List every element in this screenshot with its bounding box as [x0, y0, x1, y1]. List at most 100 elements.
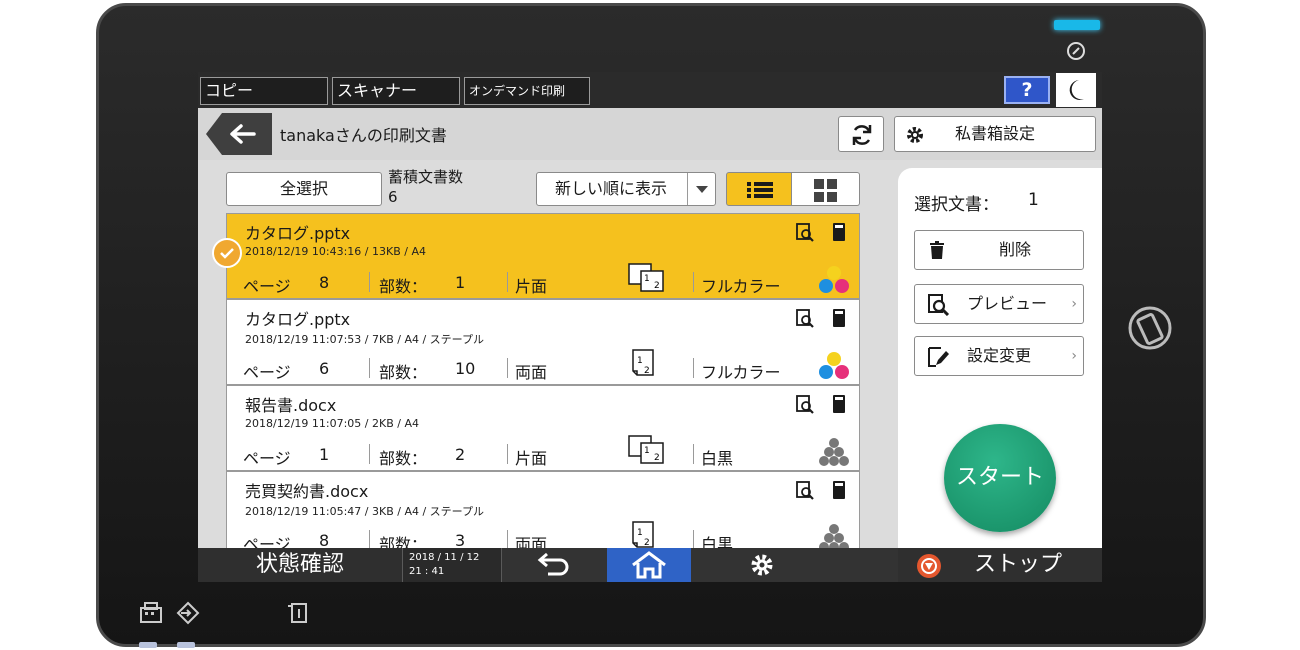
preview-icon: [796, 223, 814, 242]
svg-text:2: 2: [654, 281, 660, 291]
help-button[interactable]: ?: [1004, 76, 1050, 104]
preview-label: プレビュー: [967, 294, 1048, 313]
delete-label: 削除: [999, 240, 1032, 259]
page-header: tanakaさんの印刷文書 私書箱設定: [198, 108, 1102, 160]
color-mode-label: フルカラー: [701, 277, 781, 296]
change-settings-label: 設定変更: [967, 346, 1032, 365]
tab-on-demand-print[interactable]: オンデマンド印刷: [464, 77, 590, 105]
sides-label: 両面: [515, 363, 548, 382]
touch-screen: コピー スキャナー オンデマンド印刷 ? tanakaさんの印刷文書 私書箱設定…: [198, 72, 1102, 582]
single-sided-icon: 1 2: [628, 263, 664, 292]
arrow-left-icon: [230, 124, 256, 144]
document-properties: ページ 6 部数： 10 両面 1 2 フルカラー: [227, 349, 860, 382]
stop-button[interactable]: ストップ: [898, 548, 1102, 582]
page-count: 8: [319, 273, 330, 292]
divider: [507, 444, 508, 464]
row-action-icons: [796, 481, 845, 500]
select-all-button[interactable]: 全選択: [226, 172, 382, 206]
home-button[interactable]: [607, 548, 691, 582]
settings-button[interactable]: [692, 548, 832, 582]
row-action-icons: [796, 395, 845, 414]
document-row[interactable]: カタログ.pptx 2018/12/19 11:07:53 / 7KB / A4…: [226, 299, 860, 385]
divider: [369, 358, 370, 378]
grid-view-button[interactable]: [792, 172, 860, 206]
divider: [693, 272, 694, 292]
svg-text:2: 2: [654, 453, 660, 463]
start-button[interactable]: スタート: [944, 424, 1056, 532]
double-sided-icon: 1 2: [632, 521, 654, 548]
tab-scanner[interactable]: スキャナー: [332, 77, 460, 105]
divider: [507, 272, 508, 292]
svg-text:2: 2: [644, 366, 650, 376]
sides-label: 片面: [515, 449, 548, 468]
gear-icon: [751, 554, 773, 576]
divider: [507, 530, 508, 548]
page-title: tanakaさんの印刷文書: [280, 126, 447, 145]
return-arrow-icon: [537, 552, 569, 576]
document-meta: 2018/12/19 11:07:05 / 2KB / A4: [245, 417, 419, 430]
document-meta: 2018/12/19 11:07:53 / 7KB / A4 / ステープル: [245, 333, 485, 346]
mailbox-settings-button[interactable]: 私書箱設定: [894, 116, 1096, 152]
copies-label: 部数：: [379, 277, 428, 296]
color-mode-label: 白黒: [701, 535, 734, 548]
list-view-icon: [747, 182, 773, 198]
divider: [693, 358, 694, 378]
svg-text:1: 1: [644, 446, 650, 456]
sides-label: 片面: [515, 277, 548, 296]
undo-back-button[interactable]: [502, 548, 606, 582]
selected-check-icon: [212, 238, 242, 268]
divider: [369, 444, 370, 464]
document-properties: ページ 1 部数： 2 片面 1 2 白黒: [227, 435, 860, 468]
app-tab-bar: コピー スキャナー オンデマンド印刷 ?: [198, 72, 1102, 108]
double-sided-icon: 1 2: [632, 349, 654, 376]
divider: [369, 272, 370, 292]
delete-button[interactable]: 削除: [914, 230, 1084, 270]
preview-icon: [796, 309, 814, 328]
copies-count: 10: [455, 359, 476, 378]
chevron-right-icon: ›: [1071, 296, 1077, 312]
page-label: ページ: [243, 363, 291, 382]
status-led: [1054, 20, 1100, 30]
status-check-button[interactable]: 状態確認: [198, 548, 402, 582]
data-in-icon: [176, 601, 200, 625]
list-view-button[interactable]: [726, 172, 792, 206]
indicator-light: [139, 642, 157, 648]
moon-icon: [1069, 80, 1084, 100]
sort-dropdown[interactable]: 新しい順に表示: [536, 172, 716, 206]
sides-label: 両面: [515, 535, 548, 548]
back-button[interactable]: [206, 113, 272, 155]
color-mode-label: 白黒: [701, 449, 734, 468]
date-time-display: 2018 / 11 / 12 21 : 41: [402, 548, 502, 582]
grid-view-icon: [814, 179, 837, 202]
document-properties: ページ 8 部数： 1 片面 1 2 フルカラー: [227, 263, 860, 296]
sleep-button[interactable]: [1056, 73, 1096, 107]
document-row[interactable]: カタログ.pptx 2018/12/19 10:43:16 / 13KB / A…: [226, 213, 860, 299]
row-action-icons: [796, 309, 845, 328]
copies-label: 部数：: [379, 449, 428, 468]
copies-label: 部数：: [379, 535, 428, 548]
page-label: ページ: [243, 535, 291, 548]
gear-icon: [907, 127, 923, 143]
document-row[interactable]: 売買契約書.docx 2018/12/19 11:05:47 / 3KB / A…: [226, 471, 860, 548]
document-meta: 2018/12/19 11:05:47 / 3KB / A4 / ステープル: [245, 505, 485, 518]
doc-count-label: 蓄積文書数: [388, 168, 464, 186]
fax-icon: [140, 602, 162, 623]
refresh-button[interactable]: [838, 116, 884, 152]
power-icon[interactable]: [1065, 40, 1087, 62]
selected-docs-count: 1: [1028, 190, 1039, 210]
nfc-reader-icon: [1128, 306, 1172, 350]
document-meta: 2018/12/19 10:43:16 / 13KB / A4: [245, 245, 426, 258]
document-row[interactable]: 報告書.docx 2018/12/19 11:07:05 / 2KB / A4 …: [226, 385, 860, 471]
document-icon: [833, 481, 845, 499]
single-sided-icon: 1 2: [628, 435, 664, 464]
preview-button[interactable]: プレビュー ›: [914, 284, 1084, 324]
change-settings-button[interactable]: 設定変更 ›: [914, 336, 1084, 376]
tab-copy[interactable]: コピー: [200, 77, 328, 105]
divider: [369, 530, 370, 548]
selected-docs-label: 選択文書：: [914, 195, 999, 215]
row-action-icons: [796, 223, 845, 242]
full-color-icon: [819, 266, 849, 293]
black-white-icon: [819, 438, 849, 466]
info-icon: [288, 603, 307, 623]
doc-count-value: 6: [388, 188, 398, 206]
